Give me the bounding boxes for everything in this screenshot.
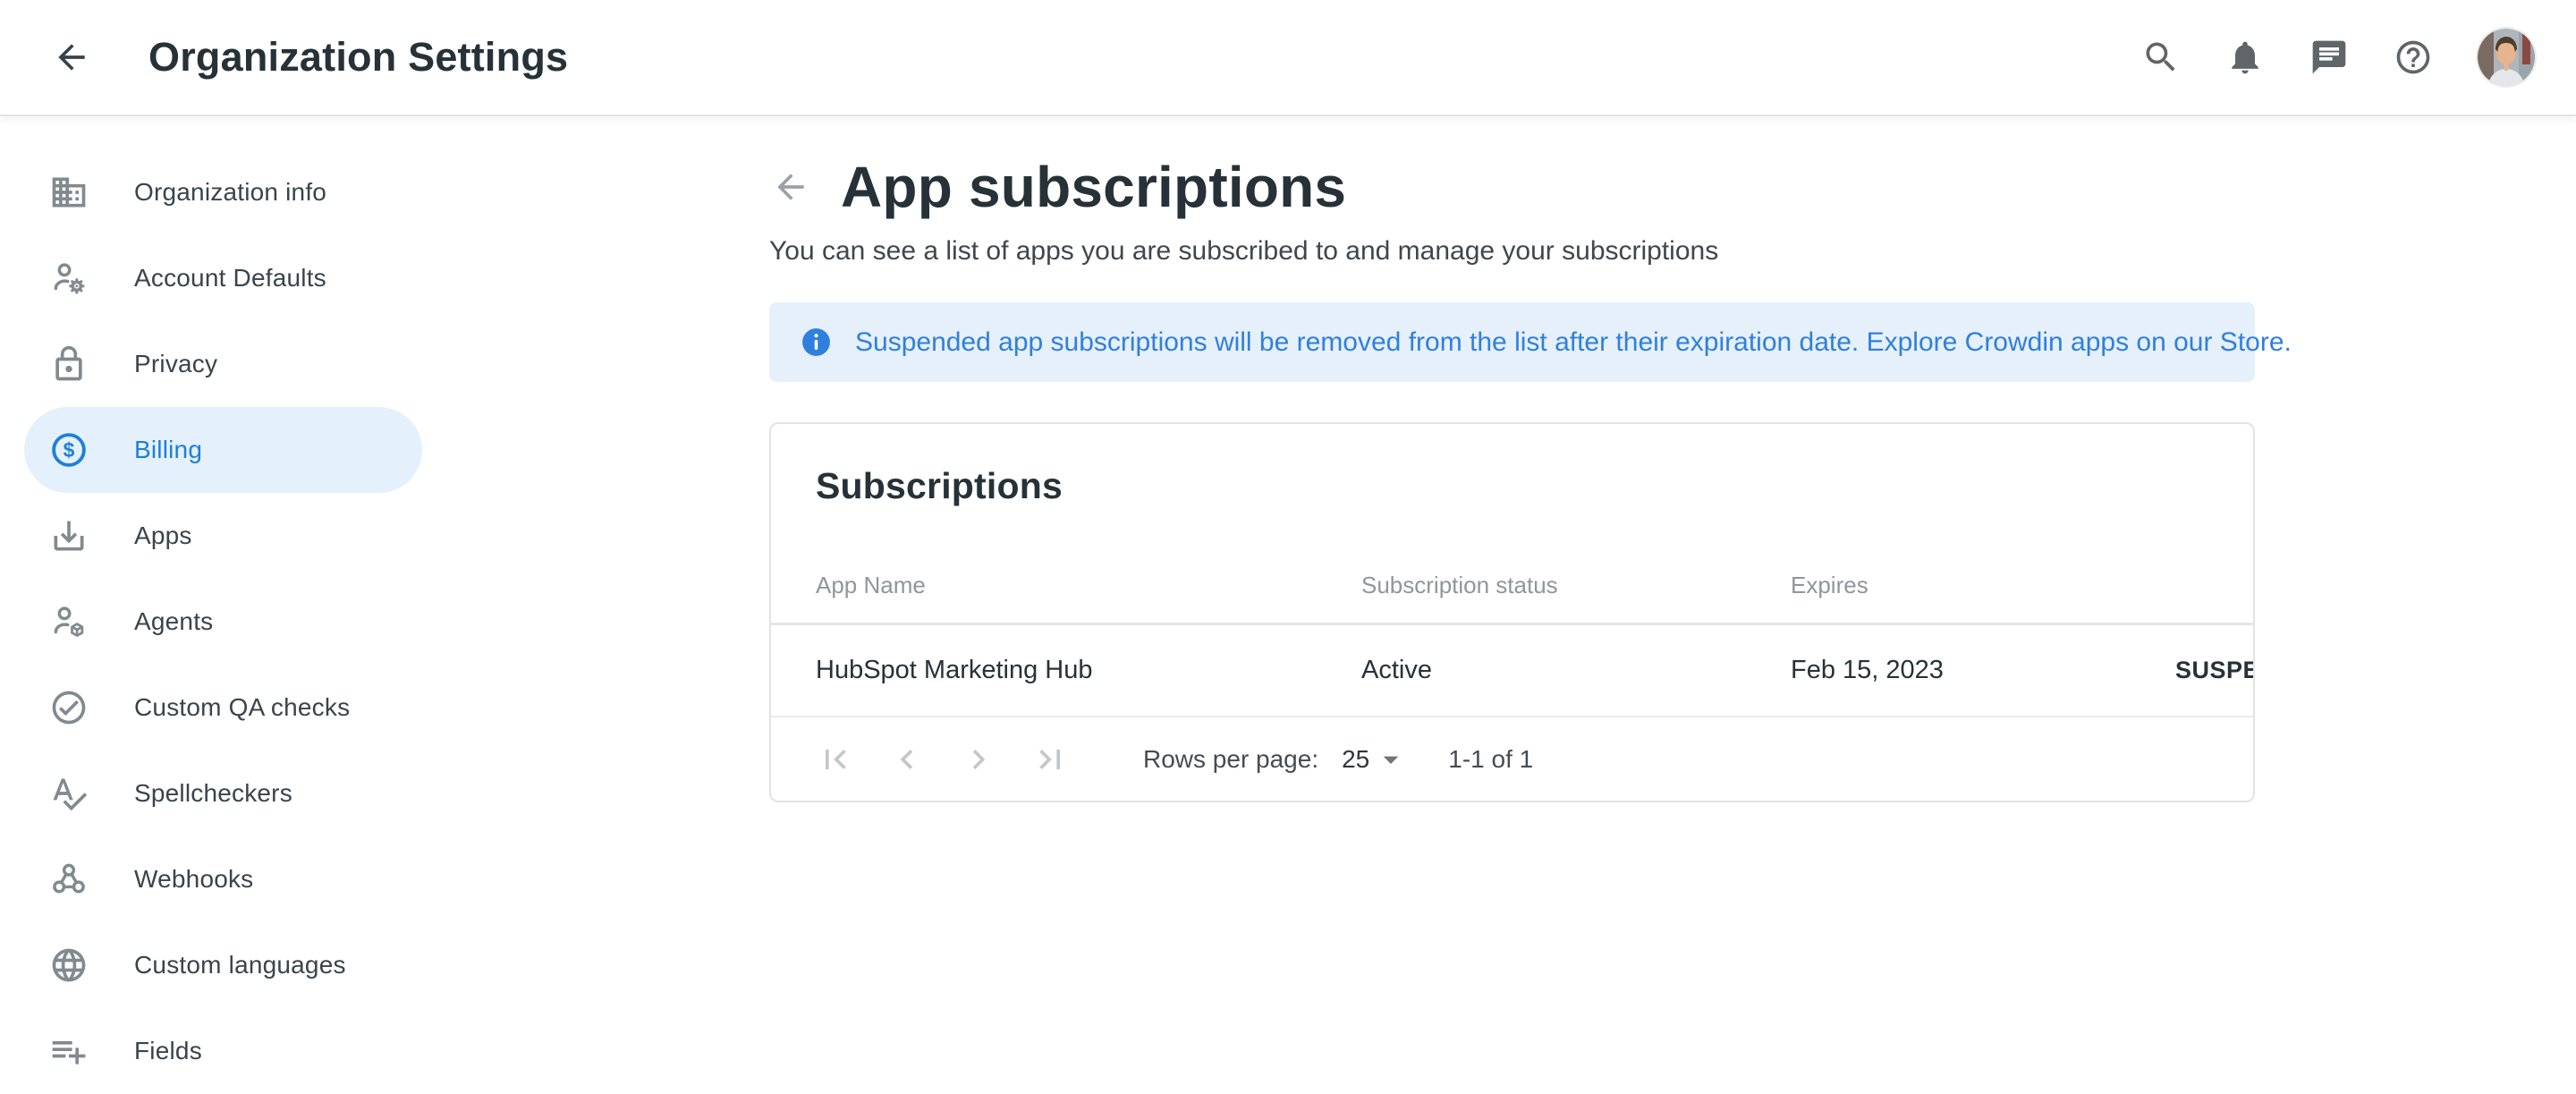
pagination-range: 1-1 of 1 — [1448, 745, 1533, 774]
topbar-actions — [2140, 27, 2537, 88]
sidebar-item-apps[interactable]: Apps — [24, 493, 422, 579]
sidebar-item-custom-languages[interactable]: Custom languages — [24, 922, 422, 1008]
cell-app-name: HubSpot Marketing Hub — [816, 656, 1361, 685]
sidebar-item-label: Organization info — [134, 178, 326, 207]
page-title: App subscriptions — [841, 154, 1346, 220]
person-gear-icon — [49, 259, 89, 298]
sidebar-item-agents[interactable]: Agents — [24, 579, 422, 665]
svg-text:$: $ — [64, 438, 75, 462]
chevron-left-icon — [887, 740, 927, 779]
webhook-icon — [49, 860, 89, 899]
rows-per-page-value: 25 — [1342, 745, 1369, 774]
sidebar-item-billing[interactable]: $ Billing — [24, 407, 422, 493]
chat-icon — [2309, 38, 2349, 77]
user-avatar[interactable] — [2476, 27, 2537, 88]
rows-per-page-select[interactable]: 25 — [1342, 742, 1409, 777]
building-icon — [49, 173, 89, 212]
help-button[interactable] — [2392, 36, 2435, 79]
help-icon — [2394, 38, 2433, 77]
sidebar-item-privacy[interactable]: Privacy — [24, 321, 422, 407]
column-header-app-name: App Name — [816, 572, 1361, 599]
sidebar-item-label: Account Defaults — [134, 264, 326, 293]
sidebar-item-label: Custom QA checks — [134, 693, 350, 722]
subscriptions-card: Subscriptions App Name Subscription stat… — [769, 422, 2255, 802]
chevron-right-icon — [959, 740, 998, 779]
dropdown-caret-icon — [1373, 742, 1409, 777]
arrow-back-icon — [52, 38, 91, 77]
last-page-icon — [1030, 740, 1070, 779]
bell-icon — [2225, 38, 2265, 77]
back-button[interactable] — [50, 36, 93, 79]
info-banner: Suspended app subscriptions will be remo… — [769, 302, 2255, 382]
sidebar-item-label: Agents — [134, 607, 213, 636]
previous-page-button[interactable] — [887, 740, 927, 779]
download-icon — [49, 516, 89, 555]
banner-text: Suspended app subscriptions will be remo… — [855, 327, 2292, 358]
sidebar-item-spellcheckers[interactable]: Spellcheckers — [24, 751, 422, 836]
first-page-button[interactable] — [816, 740, 855, 779]
arrow-back-icon — [771, 167, 810, 207]
sidebar-item-account-defaults[interactable]: Account Defaults — [24, 235, 422, 321]
cell-expires: Feb 15, 2023 — [1791, 656, 2175, 685]
app-title: Organization Settings — [148, 34, 568, 81]
sidebar-item-fields[interactable]: Fields — [24, 1008, 422, 1094]
card-title-area: Subscriptions — [771, 424, 2253, 547]
pagination: Rows per page: 25 1-1 of 1 — [771, 717, 2253, 801]
check-circle-icon — [49, 688, 89, 727]
next-page-button[interactable] — [959, 740, 998, 779]
settings-sidebar: Organization info Account Defaults — [0, 116, 447, 1091]
page-back-button[interactable] — [769, 165, 812, 208]
rows-per-page-label: Rows per page: — [1143, 745, 1318, 774]
sidebar-item-label: Webhooks — [134, 865, 253, 894]
column-header-expires: Expires — [1791, 572, 2175, 599]
column-header-status: Subscription status — [1361, 572, 1791, 599]
messages-button[interactable] — [2308, 36, 2351, 79]
avatar-image — [2478, 29, 2535, 86]
sidebar-item-label: Spellcheckers — [134, 779, 292, 808]
suspend-button[interactable]: SUSPEND — [2175, 657, 2255, 684]
sidebar-item-label: Privacy — [134, 350, 217, 378]
sidebar-item-label: Billing — [134, 436, 202, 464]
table-header: App Name Subscription status Expires — [771, 547, 2253, 623]
sidebar-item-label: Custom languages — [134, 951, 346, 980]
notifications-button[interactable] — [2224, 36, 2267, 79]
sidebar-item-organization-info[interactable]: Organization info — [24, 149, 422, 235]
sidebar-item-webhooks[interactable]: Webhooks — [24, 836, 422, 922]
last-page-button[interactable] — [1030, 740, 1070, 779]
search-icon — [2141, 38, 2181, 77]
card-title: Subscriptions — [816, 465, 1063, 507]
cell-status: Active — [1361, 656, 1791, 685]
spellcheck-icon — [49, 774, 89, 813]
sidebar-item-label: Apps — [134, 522, 192, 550]
table-row: HubSpot Marketing Hub Active Feb 15, 202… — [771, 625, 2253, 716]
topbar: Organization Settings — [0, 0, 2576, 116]
person-cube-icon — [49, 602, 89, 641]
billing-dollar-icon: $ — [49, 430, 89, 470]
sidebar-item-custom-qa-checks[interactable]: Custom QA checks — [24, 665, 422, 751]
content-area: Organization info Account Defaults — [0, 116, 2576, 1091]
page-head: App subscriptions — [769, 148, 2255, 225]
sidebar-item-label: Fields — [134, 1037, 202, 1065]
info-icon — [800, 326, 833, 359]
main-panel: App subscriptions You can see a list of … — [769, 116, 2255, 1091]
page-subtitle: You can see a list of apps you are subsc… — [769, 236, 2255, 267]
lock-icon — [49, 344, 89, 384]
search-button[interactable] — [2140, 36, 2182, 79]
list-add-icon — [49, 1031, 89, 1071]
globe-icon — [49, 946, 89, 985]
first-page-icon — [816, 740, 855, 779]
